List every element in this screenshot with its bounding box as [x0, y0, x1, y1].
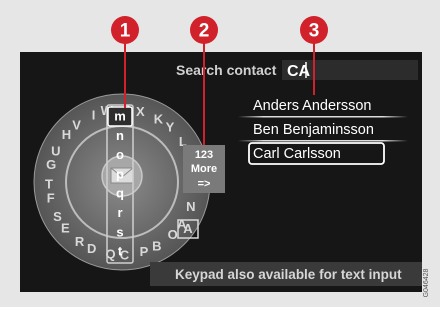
wheel-letter-t[interactable]: T — [45, 176, 53, 191]
contact-item[interactable]: Ben Benjaminsson — [253, 122, 374, 138]
contact-item[interactable]: Anders Andersson — [253, 98, 372, 114]
arrow-option: => — [198, 178, 211, 190]
wheel-letter-e[interactable]: E — [61, 220, 70, 235]
wheel-letter-s[interactable]: S — [53, 209, 62, 224]
wheel-letter-h[interactable]: H — [62, 127, 71, 142]
frame-right — [422, 40, 440, 307]
column-letter-p[interactable]: p — [116, 166, 124, 181]
keypad-hint: Keypad also available for text input — [175, 267, 402, 282]
callout-1-label: 1 — [120, 21, 131, 42]
wheel-letter-r[interactable]: R — [75, 234, 85, 249]
figure: Search contact CA ABCDEFGHIJKLMNOPQRSTUV… — [0, 0, 440, 307]
contact-divider — [238, 116, 408, 118]
contact-item[interactable]: Carl Carlsson — [253, 146, 341, 162]
numbers-option: 123 — [195, 149, 213, 161]
column-letter-n[interactable]: n — [116, 128, 124, 143]
wheel-letter-i[interactable]: I — [92, 107, 96, 122]
column-letter-m[interactable]: m — [114, 109, 126, 124]
wheel-letter-k[interactable]: K — [154, 111, 164, 126]
wheel-letter-v[interactable]: V — [72, 117, 81, 132]
search-contact-label: Search contact — [176, 62, 277, 78]
column-letter-r[interactable]: r — [117, 205, 122, 220]
wheel-letter-x[interactable]: X — [136, 104, 145, 119]
image-code: G046428 — [423, 268, 430, 297]
column-letter-q[interactable]: q — [116, 186, 124, 201]
wheel-letter-o[interactable]: O — [168, 227, 178, 242]
wheel-letter-f[interactable]: F — [47, 190, 55, 205]
wheel-letter-y[interactable]: Y — [166, 119, 175, 134]
case-mode-label: A — [183, 221, 193, 236]
column-letter-s[interactable]: s — [116, 224, 123, 239]
column-letter-o[interactable]: o — [116, 147, 124, 162]
wheel-letter-g[interactable]: G — [46, 157, 56, 172]
column-letter-t[interactable]: t — [118, 244, 123, 259]
wheel-letter-n[interactable]: N — [186, 199, 195, 214]
callout-3-label: 3 — [309, 21, 320, 42]
contact-divider — [238, 140, 408, 142]
wheel-letter-u[interactable]: U — [51, 144, 60, 159]
search-input[interactable]: CA — [287, 63, 311, 80]
figure-canvas: Search contact CA ABCDEFGHIJKLMNOPQRSTUV… — [20, 16, 440, 307]
callout-2-label: 2 — [199, 21, 210, 42]
wheel-letter-d[interactable]: D — [87, 241, 96, 256]
wheel-letter-p[interactable]: P — [140, 244, 149, 259]
wheel-letter-b[interactable]: B — [152, 239, 161, 254]
more-option: More — [191, 163, 217, 175]
